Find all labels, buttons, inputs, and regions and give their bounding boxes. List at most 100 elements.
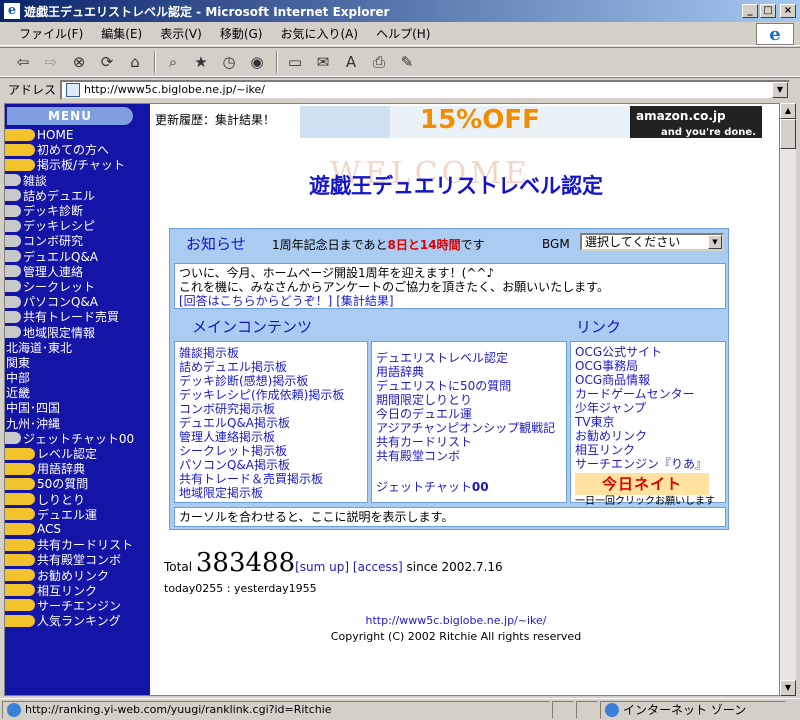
sidebar-item[interactable]: デッキ診断	[5, 203, 150, 218]
sidebar-item[interactable]: お勧めリンク	[5, 567, 150, 583]
board-link[interactable]: デュエルQ&A掲示板	[179, 416, 363, 430]
sidebar-item[interactable]: HOME	[5, 127, 150, 142]
forward-arrow-icon[interactable]: ⇨	[38, 50, 64, 74]
menu-go[interactable]: 移動(G)	[211, 23, 272, 44]
board-link[interactable]: 共有トレード＆売買掲示板	[179, 472, 363, 486]
favorites-icon[interactable]: ★	[188, 50, 214, 74]
feature-link[interactable]: デュエリストレベル認定	[376, 351, 562, 365]
sidebar-item[interactable]: 北海道･東北	[5, 340, 150, 355]
sidebar-item[interactable]: 管理人連絡	[5, 264, 150, 279]
external-link[interactable]: サーチエンジン『りあ』	[575, 457, 721, 471]
maximize-button[interactable]: □	[760, 4, 776, 18]
feature-link[interactable]: 今日のデュエル運	[376, 407, 562, 421]
external-link[interactable]: TV東京	[575, 415, 721, 429]
chevron-down-icon[interactable]: ▼	[708, 235, 722, 249]
board-link[interactable]: コンボ研究掲示板	[179, 402, 363, 416]
address-dropdown-icon[interactable]: ▼	[772, 81, 788, 98]
sidebar-item[interactable]: 掲示板/チャット	[5, 157, 150, 172]
scroll-thumb[interactable]	[780, 119, 796, 149]
sidebar-item[interactable]: コンボ研究	[5, 233, 150, 248]
sidebar-item[interactable]: パソコンQ&A	[5, 294, 150, 309]
edit-icon[interactable]: ✎	[394, 50, 420, 74]
external-link[interactable]: OCG商品情報	[575, 373, 721, 387]
sidebar-item[interactable]: ジェットチャット00	[5, 431, 150, 446]
feature-link[interactable]: アジアチャンピオンシップ観戦記	[376, 421, 562, 435]
sidebar-item[interactable]: デッキレシピ	[5, 218, 150, 233]
vertical-scrollbar[interactable]: ▲ ▼	[780, 103, 796, 696]
sidebar-item[interactable]: 九州･沖縄	[5, 416, 150, 431]
sidebar-item[interactable]: 近畿	[5, 385, 150, 400]
font-size-icon[interactable]: A	[338, 50, 364, 74]
sidebar-item[interactable]: 地域限定情報	[5, 324, 150, 340]
home-icon[interactable]: ⌂	[122, 50, 148, 74]
sidebar-item[interactable]: 関東	[5, 355, 150, 370]
sidebar-item[interactable]: 雑談	[5, 173, 150, 188]
update-history-link[interactable]: 更新履歴：集計結果！	[155, 111, 275, 128]
board-link[interactable]: パソコンQ&A掲示板	[179, 458, 363, 472]
board-link[interactable]: 詰めデュエル掲示板	[179, 360, 363, 374]
feature-link[interactable]: 用語辞典	[376, 365, 562, 379]
amazon-ad-banner[interactable]: 15%OFF amazon.co.jp and you're done.	[300, 106, 762, 138]
history-icon[interactable]: ◷	[216, 50, 242, 74]
menu-view[interactable]: 表示(V)	[151, 23, 211, 44]
menu-favorites[interactable]: お気に入り(A)	[271, 23, 367, 44]
sidebar-item[interactable]: サーチエンジン	[5, 598, 150, 613]
survey-results-link[interactable]: [集計結果]	[336, 294, 393, 308]
print-icon[interactable]: ⎙	[366, 50, 392, 74]
address-input[interactable]: http://www5c.biglobe.ne.jp/~ike/ ▼	[60, 79, 790, 100]
external-link[interactable]: OCG事務局	[575, 359, 721, 373]
sidebar-item[interactable]: 共有殿堂コンボ	[5, 552, 150, 567]
sidebar-item[interactable]: 初めての方へ	[5, 142, 150, 157]
menu-help[interactable]: ヘルプ(H)	[367, 23, 439, 44]
sidebar-item[interactable]: デュエル運	[5, 507, 150, 522]
survey-answer-link[interactable]: [回答はこちらからどうぞ！]	[179, 294, 332, 308]
sidebar-item[interactable]: ACS	[5, 522, 150, 537]
sidebar-item[interactable]: 50の質問	[5, 476, 150, 491]
sidebar-item[interactable]: 共有カードリスト	[5, 537, 150, 552]
feature-link[interactable]: 期間限定しりとり	[376, 393, 562, 407]
external-link[interactable]: お勧めリンク	[575, 429, 721, 443]
footer-url-link[interactable]: http://www5c.biglobe.ne.jp/~ike/	[150, 614, 762, 627]
sidebar-item[interactable]: 共有トレード売買	[5, 309, 150, 324]
ranking-logo[interactable]: 今日ネイト	[575, 473, 709, 495]
scroll-down-icon[interactable]: ▼	[780, 680, 796, 696]
stop-icon[interactable]: ⊗	[66, 50, 92, 74]
sidebar-item[interactable]: 人気ランキング	[5, 613, 150, 628]
sidebar-item[interactable]: 用語辞典	[5, 461, 150, 476]
board-link[interactable]: 地域限定掲示板	[179, 486, 363, 500]
sidebar-item[interactable]: しりとり	[5, 492, 150, 507]
external-link[interactable]: 相互リンク	[575, 443, 721, 457]
mail-icon[interactable]: ✉	[310, 50, 336, 74]
back-arrow-icon[interactable]: ⇦	[10, 50, 36, 74]
board-link[interactable]: デッキレシピ(作成依頼)掲示板	[179, 388, 363, 402]
feature-link[interactable]: デュエリストに50の質問	[376, 379, 562, 393]
board-link[interactable]: 管理人連絡掲示板	[179, 430, 363, 444]
refresh-icon[interactable]: ⟳	[94, 50, 120, 74]
sidebar-item[interactable]: シークレット	[5, 279, 150, 294]
sum-up-link[interactable]: [sum up]	[295, 560, 349, 574]
sidebar-item[interactable]: 中国･四国	[5, 400, 150, 415]
sidebar-item[interactable]: 詰めデュエル	[5, 188, 150, 203]
minimize-button[interactable]: _	[742, 4, 758, 18]
board-link[interactable]: シークレット掲示板	[179, 444, 363, 458]
menu-file[interactable]: ファイル(F)	[10, 23, 92, 44]
board-link[interactable]: 雑談掲示板	[179, 346, 363, 360]
sidebar-item[interactable]: 相互リンク	[5, 583, 150, 598]
fullscreen-icon[interactable]: ▭	[282, 50, 308, 74]
search-icon[interactable]: ⌕	[160, 50, 186, 74]
external-link[interactable]: カードゲームセンター	[575, 387, 721, 401]
channels-icon[interactable]: ◉	[244, 50, 270, 74]
access-link[interactable]: [access]	[353, 560, 403, 574]
sidebar-item[interactable]: レベル認定	[5, 446, 150, 461]
scroll-up-icon[interactable]: ▲	[780, 103, 796, 119]
bgm-select[interactable]: 選択してください ▼	[580, 233, 724, 251]
feature-link[interactable]: 共有カードリスト	[376, 435, 562, 449]
close-button[interactable]: ×	[780, 4, 796, 18]
menu-edit[interactable]: 編集(E)	[92, 23, 151, 44]
external-link[interactable]: OCG公式サイト	[575, 345, 721, 359]
sidebar-item[interactable]: デュエルQ&A	[5, 249, 150, 264]
external-link[interactable]: 少年ジャンプ	[575, 401, 721, 415]
jet-chat-link[interactable]: ジェットチャット00	[376, 480, 489, 494]
sidebar-item[interactable]: 中部	[5, 370, 150, 385]
feature-link[interactable]: 共有殿堂コンボ	[376, 449, 562, 463]
